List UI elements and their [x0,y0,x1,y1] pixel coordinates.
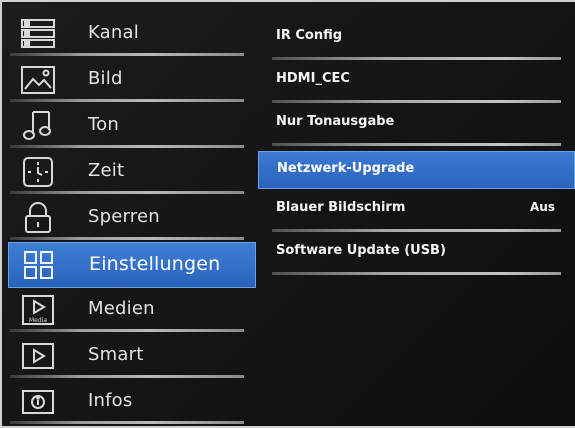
sidebar-item-label: Ton [88,114,119,135]
divider [10,329,244,332]
menu-item-label: Netzwerk-Upgrade [277,161,415,176]
settings-menu: IR Config HDMI_CEC Nur Tonausgabe Netzwe… [258,20,575,278]
menu-item-label: HDMI_CEC [276,71,350,86]
menu-item-hdmi-cec[interactable]: HDMI_CEC [264,63,575,106]
media-icon-caption: Media [29,317,47,324]
clock-icon [20,156,56,188]
divider [272,272,561,275]
divider [10,421,244,424]
menu-item-label: IR Config [276,28,343,43]
divider [10,375,244,378]
menu-item-ir-config[interactable]: IR Config [264,20,575,63]
menu-item-value: Aus [530,200,555,214]
music-note-icon [20,110,56,142]
menu-item-netzwerk-upgrade[interactable]: Netzwerk-Upgrade [258,151,575,189]
menu-item-nur-tonausgabe[interactable]: Nur Tonausgabe [264,106,575,149]
sidebar-item-ton[interactable]: Ton [2,104,264,150]
divider [10,191,244,194]
sidebar-item-zeit[interactable]: Zeit [2,150,264,196]
sidebar-item-label: Kanal [88,22,139,43]
sidebar-item-sperren[interactable]: Sperren [2,196,264,242]
media-play-icon: Media [20,294,56,326]
sidebar-item-kanal[interactable]: Kanal [2,12,264,58]
info-icon [20,386,56,418]
divider [10,53,244,56]
sidebar-item-smart[interactable]: Smart [2,334,264,380]
divider [272,57,561,60]
sidebar-item-bild[interactable]: Bild [2,58,264,104]
divider [10,99,244,102]
sidebar-item-einstellungen[interactable]: Einstellungen [8,242,256,288]
smart-play-icon [20,340,56,372]
channel-list-icon [20,18,56,50]
divider [10,145,244,148]
sidebar-item-infos[interactable]: Infos [2,380,264,426]
picture-icon [20,64,56,96]
lock-icon [20,202,56,234]
sidebar-item-label: Einstellungen [89,253,221,275]
sidebar-item-medien[interactable]: Media Medien [2,288,264,334]
divider [10,237,244,240]
divider [272,143,561,146]
menu-item-blauer-bildschirm[interactable]: Blauer Bildschirm Aus [264,192,575,235]
menu-item-software-update-usb[interactable]: Software Update (USB) [264,235,575,278]
sidebar-item-label: Infos [88,390,133,411]
sidebar-item-label: Smart [88,344,144,365]
tv-menu-screen: Kanal Bild Ton Zeit Sperren Einstellunge… [2,2,575,426]
sidebar-item-label: Zeit [88,160,125,181]
sidebar-item-label: Bild [88,68,123,89]
menu-item-label: Software Update (USB) [276,243,446,258]
divider [272,229,561,232]
sidebar: Kanal Bild Ton Zeit Sperren Einstellunge… [2,12,264,426]
menu-item-label: Nur Tonausgabe [276,114,395,129]
menu-item-label: Blauer Bildschirm [276,200,406,215]
sidebar-item-label: Sperren [88,206,160,227]
divider [272,100,561,103]
sidebar-item-label: Medien [88,298,155,319]
settings-grid-icon [21,249,57,281]
